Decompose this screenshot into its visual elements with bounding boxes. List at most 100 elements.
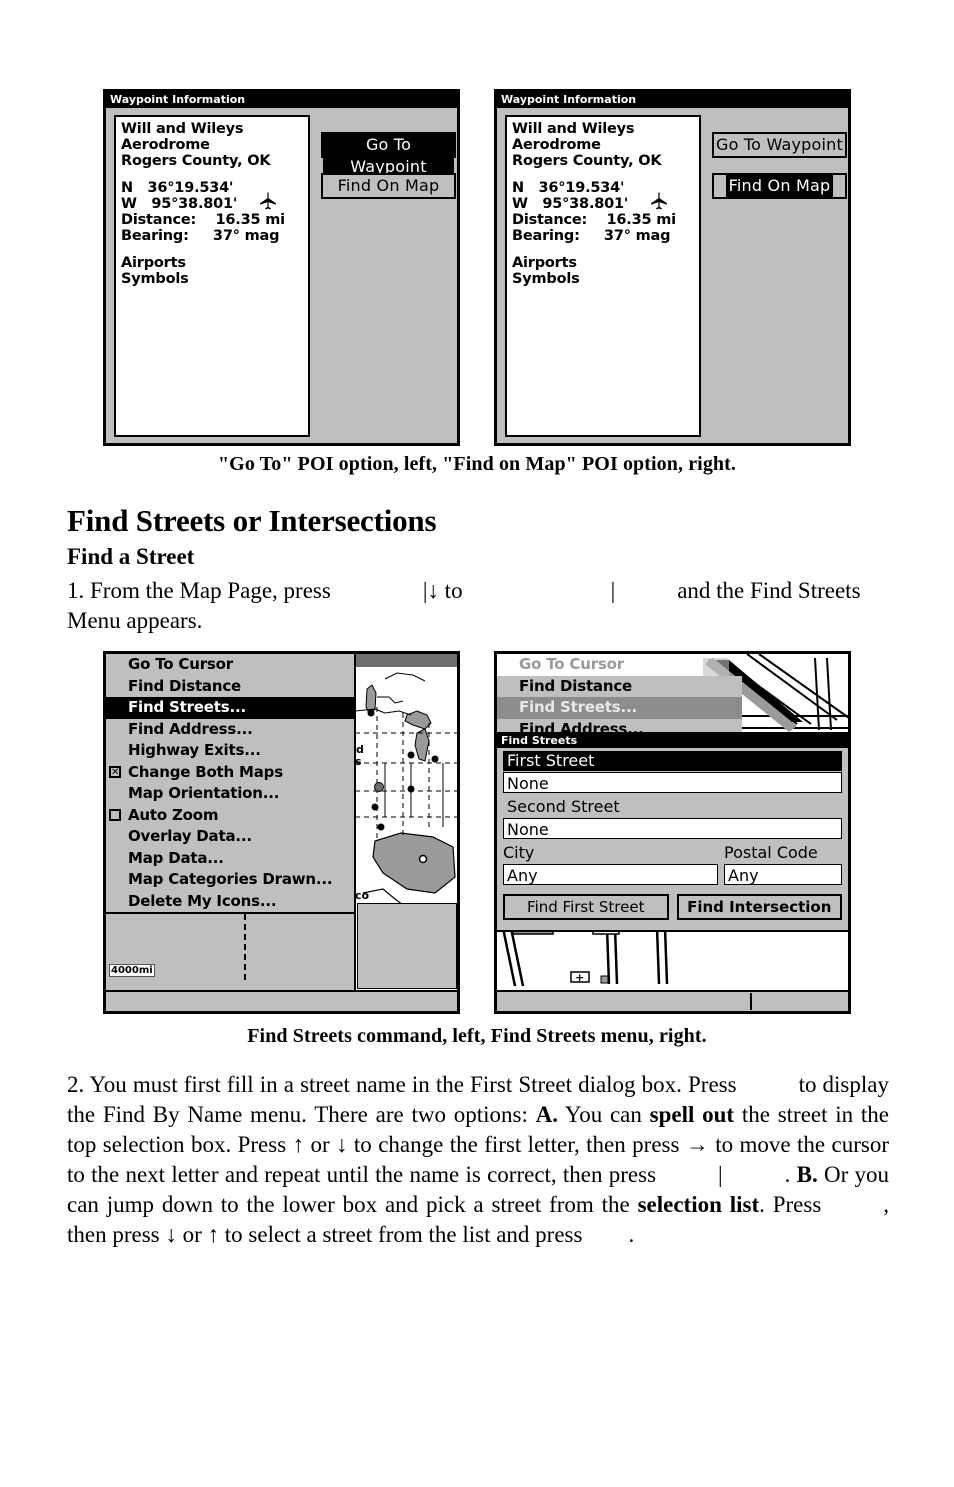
menu-item-label: Go To Cursor	[519, 655, 624, 673]
city-postal-row: City Any Postal Code Any	[503, 843, 842, 885]
step-1-paragraph: 1. From the Map Page, press |↓ to | and the…	[67, 576, 889, 636]
waypoint-distance: Distance: 16.35 mi	[121, 212, 285, 228]
waypoint-info-textbox: Will and Wileys Aerodrome Rogers County,…	[114, 115, 310, 437]
map-lower-pane	[357, 903, 457, 989]
waypoint-distance: Distance: 16.35 mi	[512, 212, 676, 228]
find-on-map-label: Find On Map	[725, 175, 834, 197]
option-a-text-1: You can	[564, 1102, 642, 1127]
menu-item-label: Go To Cursor	[128, 655, 233, 673]
status-latitude: N 35°40.194'	[135, 1013, 234, 1014]
find-on-map-button[interactable]: Find On Map	[321, 173, 456, 199]
menu-item-label: Overlay Data...	[128, 827, 252, 845]
menu-item-map-categories-drawn[interactable]: Map Categories Drawn...	[106, 869, 354, 891]
find-first-street-button[interactable]: Find First Street	[503, 894, 669, 920]
find-first-street-label: Find First Street	[527, 898, 645, 916]
status-bar: N 35°40.194' W 120°03.755'	[106, 990, 457, 1011]
menu-item-overlay-data[interactable]: Overlay Data...	[106, 826, 354, 848]
left-right-arrow-icon: ↔	[752, 1011, 771, 1014]
status-longitude: W 95°50.579'	[639, 1013, 741, 1014]
airplane-icon	[649, 191, 669, 211]
menu-item-find-streets[interactable]: Find Streets...	[497, 697, 742, 719]
step-2-line-1: 2. You must first fill in a street name …	[67, 1072, 737, 1097]
menu-item-label: Find Distance	[128, 676, 241, 695]
first-street-input[interactable]: None	[503, 772, 842, 793]
go-to-waypoint-label: Go To Waypoint	[716, 135, 843, 154]
option-a-label: A.	[535, 1102, 558, 1127]
street-map-lower-pane: +	[497, 926, 848, 990]
menu-item-auto-zoom[interactable]: Auto Zoom	[106, 805, 354, 827]
menu-item-delete-my-icons[interactable]: Delete My Icons...	[106, 891, 354, 913]
waypoint-longitude: W 95°38.801'	[512, 196, 629, 212]
menu-item-go-to-cursor[interactable]: Go To Cursor	[106, 654, 354, 676]
menu-item-label: Map Orientation...	[128, 784, 280, 802]
find-streets-command-screen: d s co 4000mi Go To Cursor Find Distance…	[103, 651, 460, 1014]
menu-item-label: Auto Zoom	[128, 805, 219, 824]
window-titlebar: Waypoint Information	[106, 92, 457, 108]
map-topbar	[355, 654, 457, 668]
waypoint-screen-right: Waypoint Information Will and Wileys Aer…	[494, 89, 851, 446]
map-background: d s co	[355, 654, 457, 1011]
find-intersection-label: Find Intersection	[687, 898, 832, 916]
window-body: Will and Wileys Aerodrome Rogers County,…	[497, 108, 848, 443]
status-bar: N 36°08.971' W 95°50.579' ↔0.4mi	[497, 990, 848, 1011]
status-longitude: W 120°03.755'	[248, 1013, 355, 1014]
background-map-menu[interactable]: Go To Cursor Find Distance Find Streets.…	[497, 654, 742, 740]
find-on-map-button[interactable]: Find On Map	[712, 173, 847, 199]
menu-item-find-distance[interactable]: Find Distance	[106, 676, 354, 698]
zoom-range-indicator: ↔0.4mi	[750, 993, 846, 1010]
menu-item-map-data[interactable]: Map Data...	[106, 848, 354, 870]
airplane-icon	[258, 191, 278, 211]
menu-item-highway-exits[interactable]: Highway Exits...	[106, 740, 354, 762]
second-street-input[interactable]: None	[503, 818, 842, 839]
menu-item-label: Change Both Maps	[128, 762, 283, 781]
waypoint-latitude: N 36°19.534'	[121, 180, 234, 196]
waypoint-longitude: W 95°38.801'	[121, 196, 238, 212]
map-menu[interactable]: Go To Cursor Find Distance Find Streets.…	[106, 654, 356, 914]
city-group: City Any	[503, 843, 718, 885]
waypoint-category: Airports	[512, 255, 577, 271]
svg-text:co: co	[355, 889, 370, 902]
menu-item-go-to-cursor: Go To Cursor	[497, 654, 742, 676]
manual-page: Waypoint Information Will and Wileys Aer…	[0, 0, 954, 1487]
step-1-part-b: |↓ to	[422, 578, 463, 603]
checkbox-checked-icon[interactable]: ✕	[109, 765, 121, 778]
window-body: Will and Wileys Aerodrome Rogers County,…	[106, 108, 457, 443]
city-input[interactable]: Any	[503, 864, 718, 885]
menu-item-label: Find Streets...	[519, 698, 637, 716]
map-scale-label: 4000mi	[109, 964, 155, 977]
postal-code-input[interactable]: Any	[724, 864, 842, 885]
menu-item-label: Find Distance	[519, 676, 632, 695]
menu-item-label: Map Data...	[128, 848, 224, 867]
waypoint-subcategory: Symbols	[121, 271, 189, 287]
option-a-bold-1: spell out	[649, 1102, 735, 1127]
waypoint-screen-left: Waypoint Information Will and Wileys Aer…	[103, 89, 460, 446]
map-scale-pane: 4000mi	[106, 902, 356, 990]
dialog-button-row: Find First Street Find Intersection	[503, 894, 842, 920]
option-b-end: .	[628, 1222, 635, 1247]
window-titlebar: Waypoint Information	[497, 92, 848, 108]
find-streets-dialog: Find Streets First Street None Second St…	[497, 732, 848, 932]
waypoint-bearing: Bearing: 37° mag	[512, 228, 671, 244]
step-1-part-c: |	[610, 578, 616, 603]
option-b-label: B.	[796, 1162, 818, 1187]
first-street-label: First Street	[503, 751, 842, 771]
waypoint-subcategory: Symbols	[512, 271, 580, 287]
page-title: Find Streets or Intersections	[67, 503, 437, 538]
find-on-map-label: Find On Map	[337, 176, 440, 195]
menu-item-find-streets[interactable]: Find Streets...	[106, 697, 354, 719]
go-to-waypoint-button[interactable]: Go To Waypoint	[321, 132, 456, 178]
menu-item-find-distance[interactable]: Find Distance	[497, 675, 742, 697]
waypoint-name-line-2: Aerodrome	[512, 137, 601, 153]
dialog-titlebar: Find Streets	[497, 734, 848, 748]
subsection-title: Find a Street	[67, 544, 195, 569]
checkbox-unchecked-icon[interactable]	[109, 808, 121, 821]
go-to-waypoint-button[interactable]: Go To Waypoint	[712, 132, 847, 158]
menu-item-map-orientation[interactable]: Map Orientation...	[106, 783, 354, 805]
waypoint-location-line: Rogers County, OK	[512, 153, 662, 169]
menu-item-find-address[interactable]: Find Address...	[106, 719, 354, 741]
find-intersection-button[interactable]: Find Intersection	[676, 894, 842, 920]
menu-item-change-both-maps[interactable]: ✕ Change Both Maps	[106, 762, 354, 784]
